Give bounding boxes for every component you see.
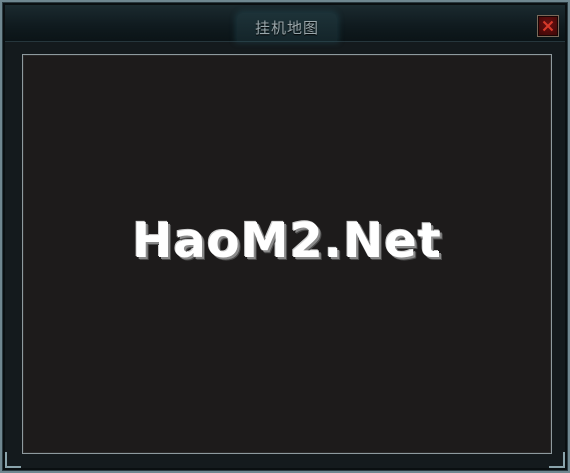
idle-map-window: 挂机地图 HaoM2.Net — [0, 0, 570, 473]
frame-corner-bottom-left — [5, 452, 21, 468]
watermark-text: HaoM2.Net — [132, 213, 442, 269]
map-list-panel[interactable]: HaoM2.Net — [22, 54, 552, 454]
close-button[interactable] — [537, 15, 559, 37]
window-title: 挂机地图 — [254, 19, 319, 37]
close-x-icon — [542, 20, 554, 32]
title-bar[interactable]: 挂机地图 — [5, 5, 565, 42]
frame-corner-bottom-right — [549, 452, 565, 468]
